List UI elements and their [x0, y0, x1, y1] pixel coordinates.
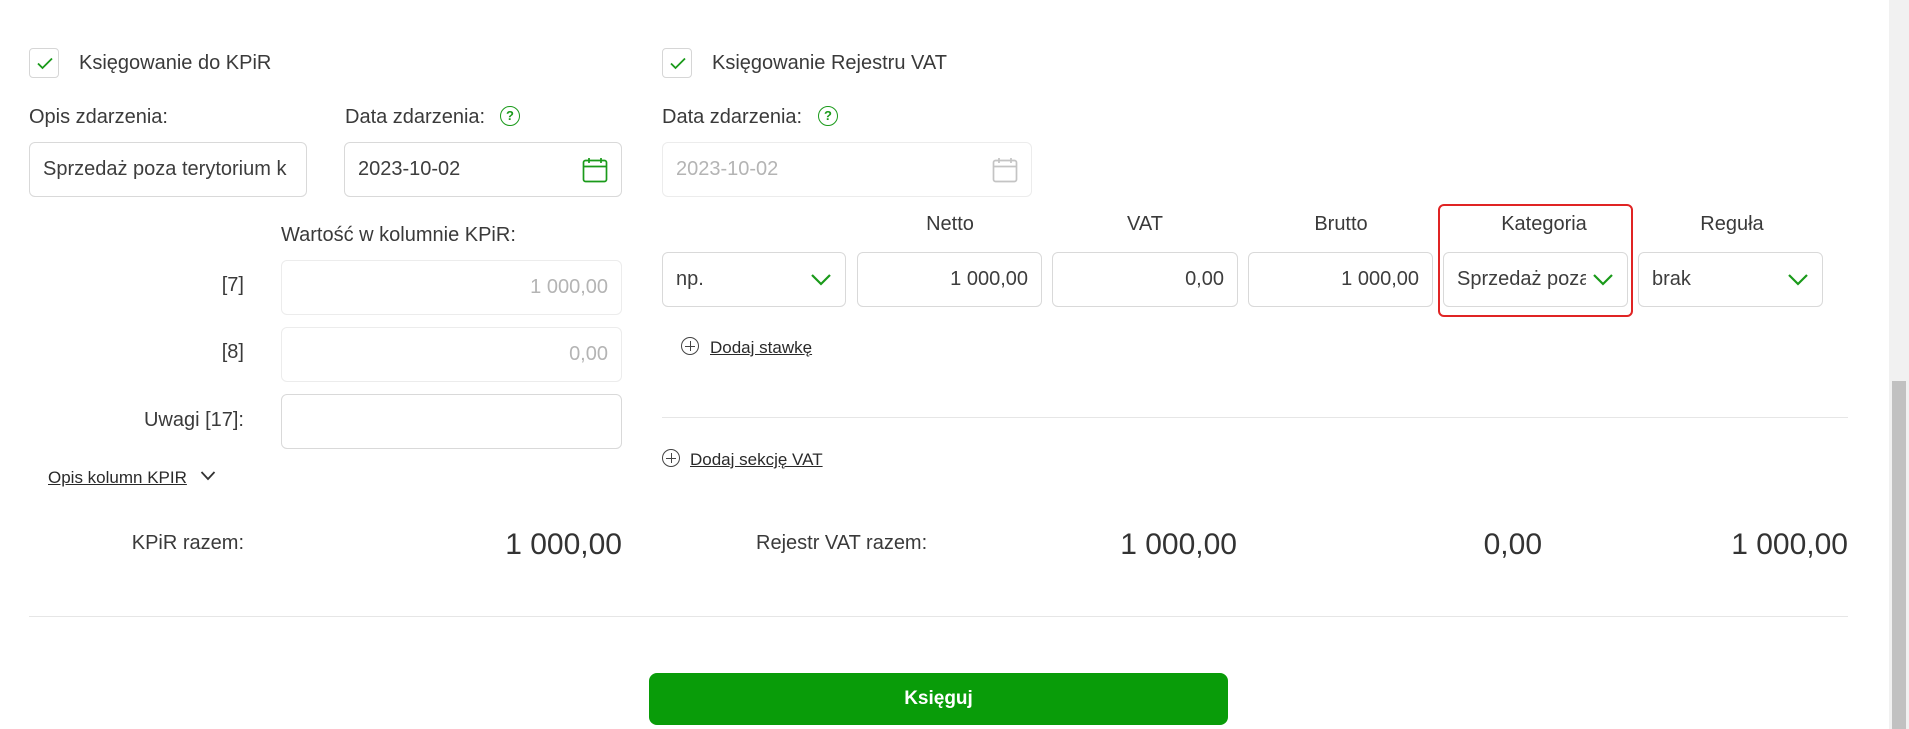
chevron-down-icon: [1788, 273, 1808, 286]
uwagi-input[interactable]: [281, 394, 622, 449]
kpir-row-8-value: 0,00: [569, 343, 608, 365]
column-vat: VAT: [1127, 213, 1163, 235]
divider: [29, 616, 1848, 617]
column-netto: Netto: [926, 213, 974, 235]
regula-select[interactable]: brak: [1638, 252, 1823, 307]
plus-circle-icon[interactable]: [681, 337, 699, 355]
vat-total-label: Rejestr VAT razem:: [756, 532, 928, 554]
opis-zdarzenia-input[interactable]: Sprzedaż poza terytorium k: [29, 142, 307, 197]
stawka-select[interactable]: np.: [662, 252, 846, 307]
chevron-down-icon[interactable]: [200, 470, 216, 482]
dodaj-sekcje-vat-link[interactable]: Dodaj sekcję VAT: [690, 450, 823, 470]
uwagi-label: Uwagi [17]:: [143, 409, 244, 431]
column-brutto: Brutto: [1314, 213, 1368, 235]
netto-value: 1 000,00: [950, 268, 1028, 290]
kpir-row-7-value: 1 000,00: [530, 276, 608, 298]
netto-input[interactable]: 1 000,00: [857, 252, 1042, 307]
dodaj-stawke-link[interactable]: Dodaj stawkę: [710, 338, 812, 358]
data-zdarzenia-value: 2023-10-02: [358, 158, 461, 180]
wartosc-label: Wartość w kolumnie KPiR:: [281, 224, 516, 246]
kategoria-highlight: [1438, 204, 1633, 317]
help-icon[interactable]: ?: [818, 106, 838, 126]
stawka-value: np.: [676, 268, 704, 290]
data-zdarzenia-label: Data zdarzenia:: [345, 106, 486, 128]
vat-checkbox-label: Księgowanie Rejestru VAT: [712, 52, 947, 74]
calendar-icon[interactable]: [582, 157, 608, 183]
vat-data-zdarzenia-input[interactable]: 2023-10-02: [662, 142, 1032, 197]
help-icon[interactable]: ?: [500, 106, 520, 126]
ksieguj-button[interactable]: Księguj: [649, 673, 1228, 725]
check-icon: [37, 57, 53, 70]
column-regula: Reguła: [1700, 213, 1764, 235]
opis-zdarzenia-value: Sprzedaż poza terytorium k: [43, 158, 287, 180]
kpir-checkbox[interactable]: [29, 48, 59, 78]
kpir-row-8-label: [8]: [221, 341, 244, 363]
vat-value: 0,00: [1185, 268, 1224, 290]
regula-value: brak: [1652, 268, 1691, 290]
vat-checkbox[interactable]: [662, 48, 692, 78]
scrollbar-thumb[interactable]: [1892, 381, 1906, 729]
vat-total-netto: 1 000,00: [1120, 528, 1237, 561]
vat-data-zdarzenia-value: 2023-10-02: [676, 158, 779, 180]
vat-total-vat: 0,00: [1483, 528, 1542, 561]
kpir-total-label: KPiR razem:: [131, 532, 244, 554]
brutto-input[interactable]: 1 000,00: [1248, 252, 1433, 307]
kpir-row-8-input[interactable]: 0,00: [281, 327, 622, 382]
vat-total-brutto: 1 000,00: [1731, 528, 1848, 561]
kpir-checkbox-label: Księgowanie do KPiR: [79, 52, 272, 74]
vat-data-zdarzenia-label: Data zdarzenia:: [662, 106, 803, 128]
kpir-row-7-label: [7]: [221, 274, 244, 296]
data-zdarzenia-input[interactable]: 2023-10-02: [344, 142, 622, 197]
divider: [662, 417, 1848, 418]
brutto-value: 1 000,00: [1341, 268, 1419, 290]
plus-circle-icon[interactable]: [662, 449, 680, 467]
calendar-icon: [992, 157, 1018, 182]
opis-zdarzenia-label: Opis zdarzenia:: [29, 106, 168, 128]
kpir-total-value: 1 000,00: [505, 528, 622, 561]
kpir-row-7-input[interactable]: 1 000,00: [281, 260, 622, 315]
vat-input[interactable]: 0,00: [1052, 252, 1238, 307]
check-icon: [670, 57, 686, 70]
chevron-down-icon: [811, 273, 831, 286]
opis-kolumn-link[interactable]: Opis kolumn KPIR: [48, 468, 187, 488]
